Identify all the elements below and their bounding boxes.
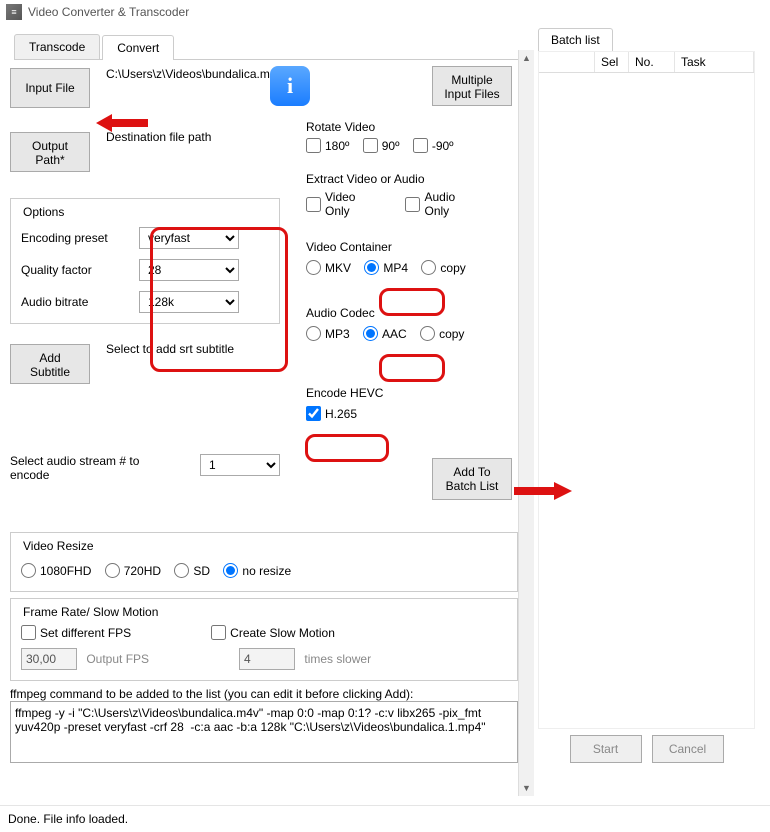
scroll-down-icon[interactable]: ▼ [519, 780, 534, 796]
input-file-path-text: C:\Users\z\Videos\bundalica.m4v [106, 66, 266, 82]
container-copy-radio[interactable]: copy [421, 260, 465, 275]
extract-title: Extract Video or Audio [306, 172, 532, 186]
set-different-fps-checkbox[interactable]: Set different FPS [21, 625, 131, 640]
resize-1080-radio[interactable]: 1080FHD [21, 563, 91, 578]
cancel-button: Cancel [652, 735, 724, 763]
audio-stream-label: Select audio stream # to encode [10, 454, 170, 482]
output-fps-input [21, 648, 77, 670]
input-file-button[interactable]: Input File [10, 68, 90, 108]
batch-list-grid: Sel No. Task [538, 51, 755, 729]
encoding-preset-select[interactable]: veryfast [139, 227, 239, 249]
resize-720-radio[interactable]: 720HD [105, 563, 161, 578]
audio-only-checkbox[interactable]: Audio Only [405, 190, 455, 218]
window-title: Video Converter & Transcoder [28, 5, 189, 19]
status-text: Done. File info loaded. [8, 812, 128, 826]
resize-sd-radio[interactable]: SD [174, 563, 210, 578]
rotate-180-checkbox[interactable]: 180º [306, 138, 349, 153]
container-mkv-radio[interactable]: MKV [306, 260, 351, 275]
panel-scrollbar[interactable]: ▲ ▼ [518, 50, 534, 796]
app-icon: ≡ [6, 4, 22, 20]
tab-convert[interactable]: Convert [102, 35, 174, 60]
slow-times-suffix: times slower [304, 652, 371, 666]
rotate-video-title: Rotate Video [306, 120, 532, 134]
status-bar: Done. File info loaded. [0, 805, 770, 832]
video-container-title: Video Container [306, 240, 532, 254]
destination-path-label: Destination file path [106, 130, 211, 144]
codec-mp3-radio[interactable]: MP3 [306, 326, 350, 341]
info-icon[interactable]: i [270, 66, 310, 106]
output-fps-placeholder: Output FPS [86, 652, 149, 666]
main-tabs: Transcode Convert [14, 34, 520, 60]
output-path-button[interactable]: Output Path* [10, 132, 90, 172]
rotate-90-checkbox[interactable]: 90º [363, 138, 400, 153]
tab-transcode[interactable]: Transcode [14, 34, 100, 59]
batch-col-sel[interactable]: Sel [595, 52, 629, 72]
audio-bitrate-select[interactable]: 128k [139, 291, 239, 313]
audio-codec-title: Audio Codec [306, 306, 532, 320]
video-only-checkbox[interactable]: Video Only [306, 190, 355, 218]
container-mp4-radio[interactable]: MP4 [364, 260, 408, 275]
encode-hevc-title: Encode HEVC [306, 386, 383, 400]
rotate-m90-checkbox[interactable]: -90º [413, 138, 454, 153]
add-subtitle-hint: Select to add srt subtitle [106, 342, 236, 356]
encoding-preset-label: Encoding preset [21, 231, 131, 245]
quality-factor-select[interactable]: 28 [139, 259, 239, 281]
add-to-batch-button[interactable]: Add To Batch List [432, 458, 512, 500]
add-subtitle-button[interactable]: Add Subtitle [10, 344, 90, 384]
codec-copy-radio[interactable]: copy [420, 326, 464, 341]
ffmpeg-label: ffmpeg command to be added to the list (… [10, 687, 524, 701]
batch-col-task[interactable]: Task [675, 52, 754, 72]
batch-col-no[interactable]: No. [629, 52, 675, 72]
batch-list-tab[interactable]: Batch list [538, 28, 613, 51]
batch-col-blank [539, 52, 595, 72]
audio-bitrate-label: Audio bitrate [21, 295, 131, 309]
video-resize-title: Video Resize [19, 539, 98, 553]
slow-times-input [239, 648, 295, 670]
h265-checkbox[interactable]: H.265 [306, 406, 357, 421]
codec-aac-radio[interactable]: AAC [363, 326, 407, 341]
titlebar: ≡ Video Converter & Transcoder [0, 0, 770, 24]
create-slow-motion-checkbox[interactable]: Create Slow Motion [211, 625, 335, 640]
framerate-title: Frame Rate/ Slow Motion [19, 605, 162, 619]
scroll-up-icon[interactable]: ▲ [519, 50, 534, 66]
resize-none-radio[interactable]: no resize [223, 563, 291, 578]
options-group-title: Options [19, 205, 68, 219]
quality-factor-label: Quality factor [21, 263, 131, 277]
multiple-input-files-button[interactable]: Multiple Input Files [432, 66, 512, 106]
ffmpeg-command-text[interactable] [10, 701, 518, 763]
audio-stream-select[interactable]: 1 [200, 454, 280, 476]
start-button: Start [570, 735, 642, 763]
